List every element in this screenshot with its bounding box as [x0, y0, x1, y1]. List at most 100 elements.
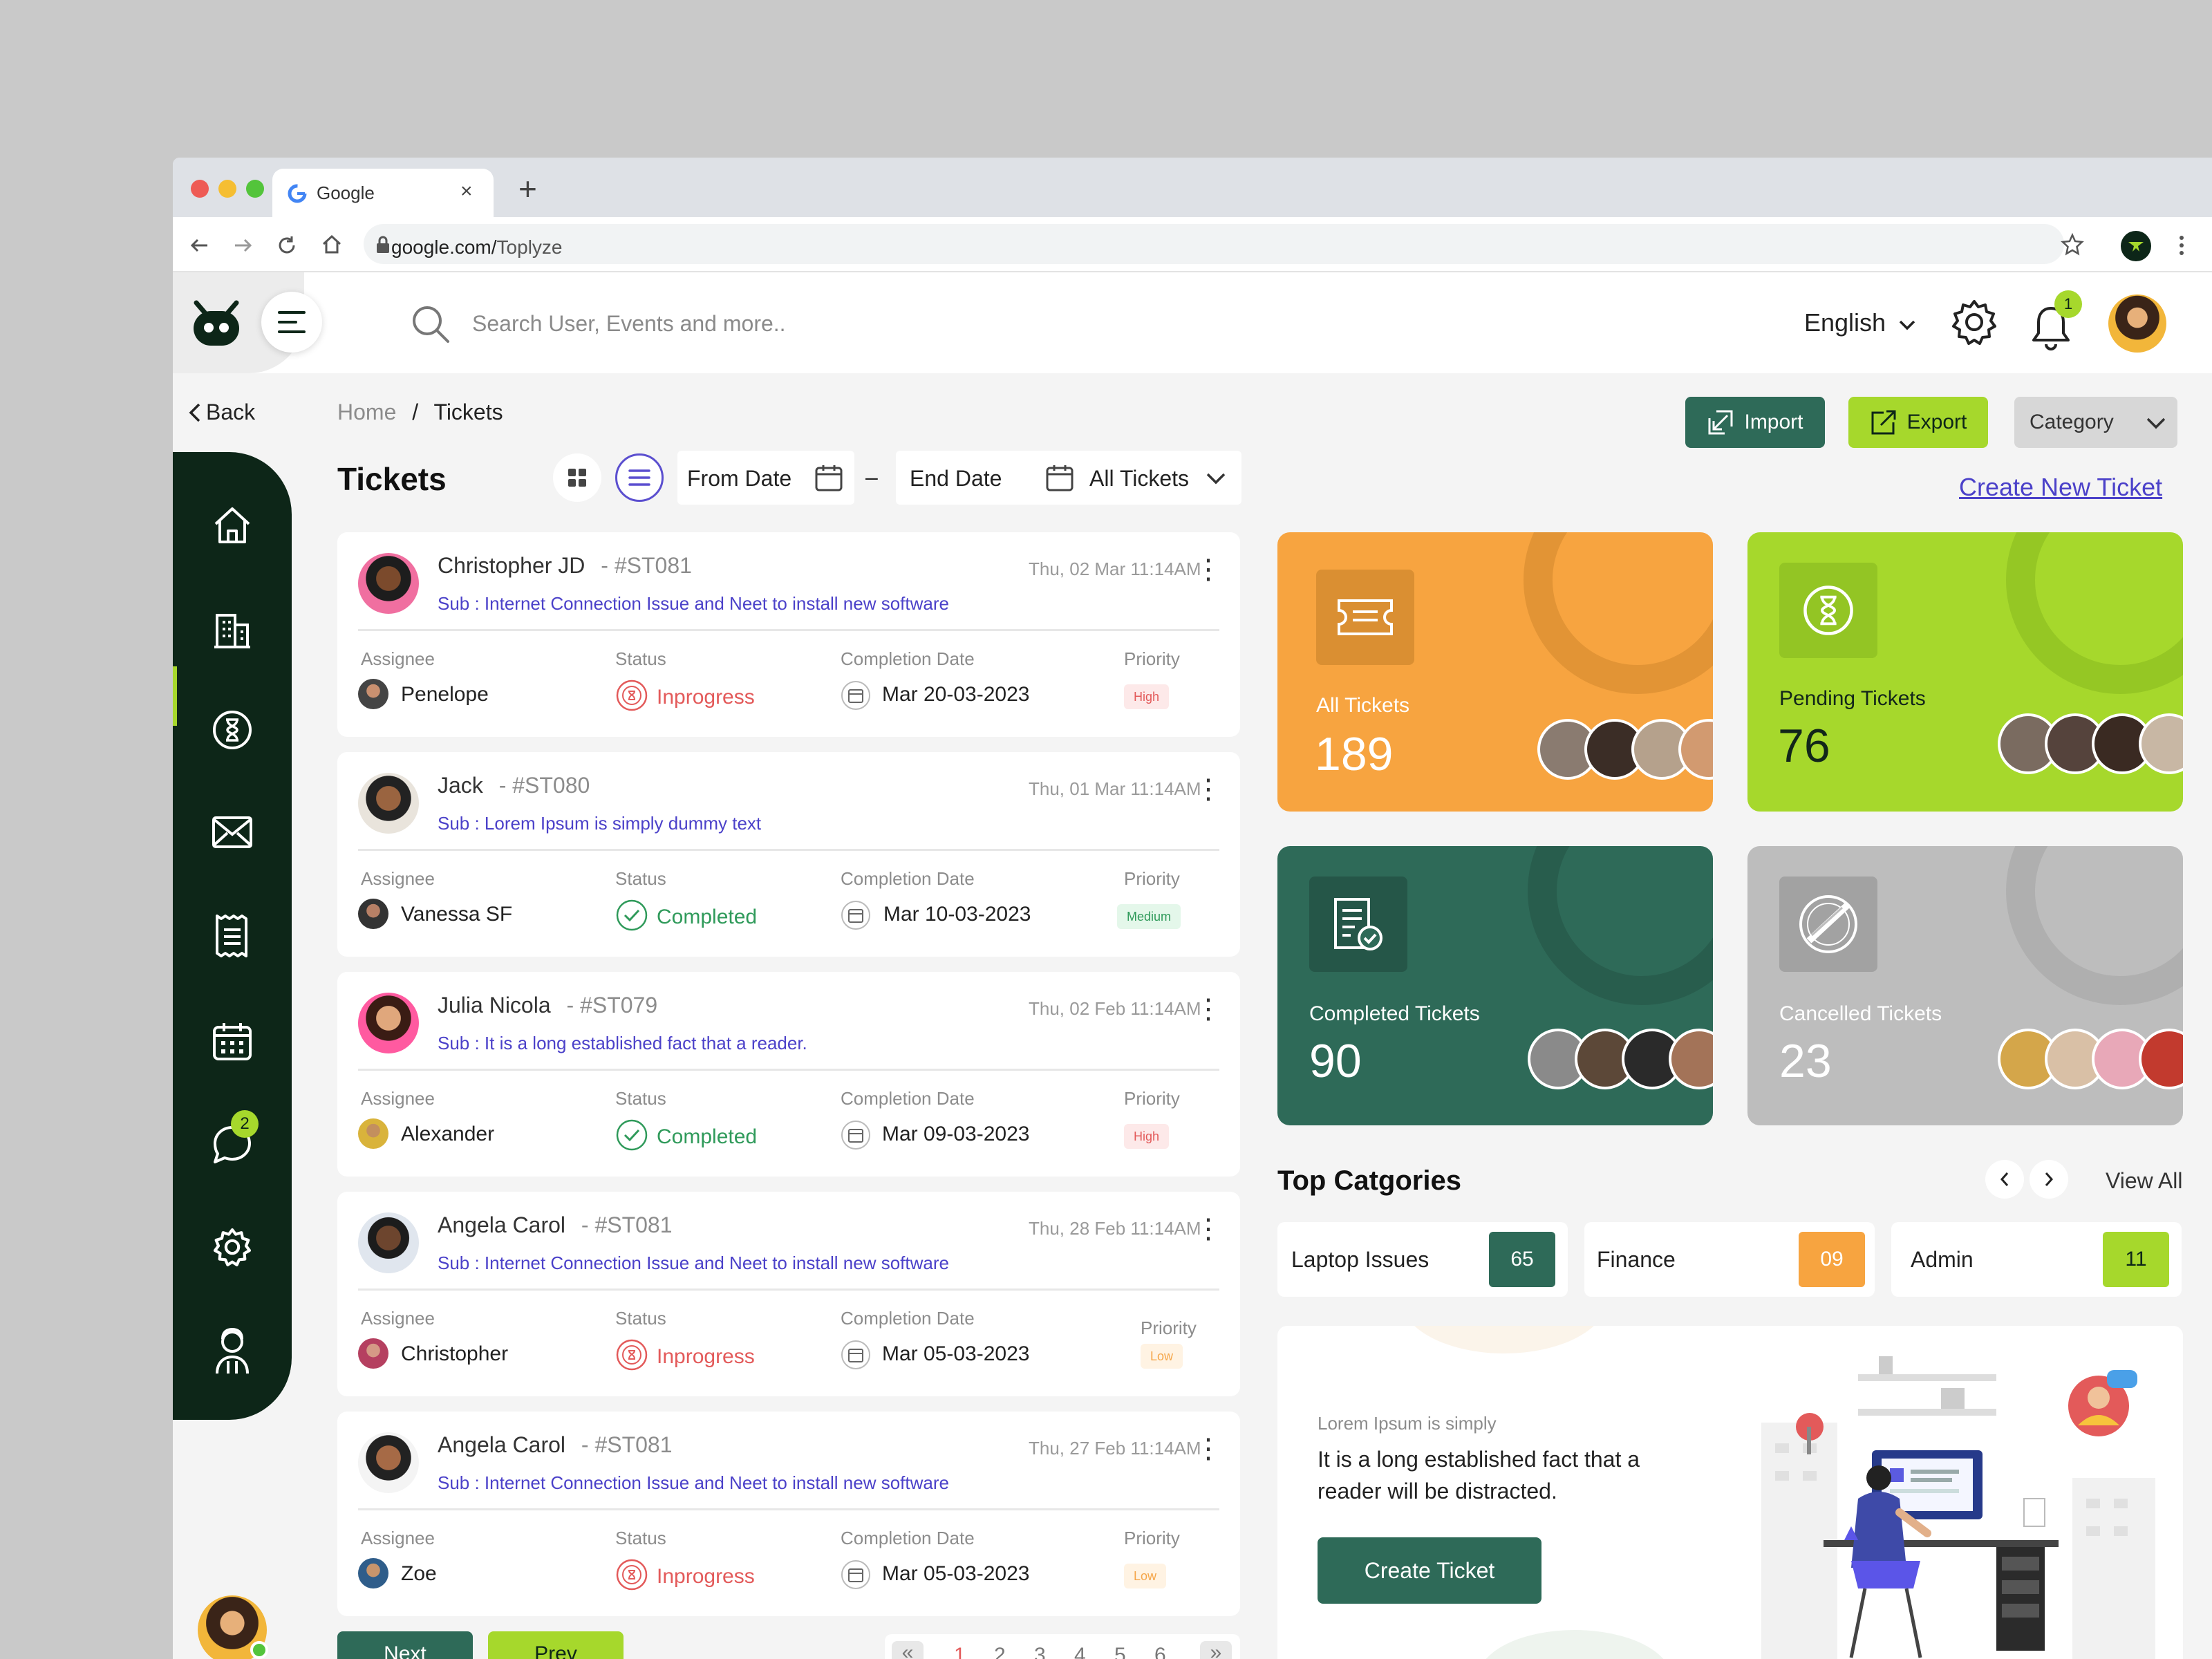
list-view-button[interactable] [615, 453, 664, 502]
back-arrow-icon[interactable] [188, 234, 212, 257]
list-icon [628, 469, 650, 486]
promo-body-line: It is a long established fact that a [1318, 1447, 1640, 1472]
sidebar-item-tickets[interactable] [205, 805, 260, 860]
building-icon [214, 614, 250, 648]
ticket-card[interactable]: Jack - #ST080 Sub : Lorem Ipsum is simpl… [337, 752, 1240, 957]
category-card-finance[interactable]: Finance 09 [1584, 1222, 1875, 1297]
chevron-left-icon [189, 403, 200, 422]
hamburger-icon [278, 311, 306, 333]
page-6[interactable]: 6 [1154, 1644, 1166, 1659]
user-avatar[interactable] [2108, 294, 2166, 353]
more-options-icon[interactable]: ⋮ [1194, 1215, 1222, 1243]
breadcrumb: Home / Tickets [337, 400, 503, 425]
category-card-laptop[interactable]: Laptop Issues 65 [1277, 1222, 1568, 1297]
more-options-icon[interactable]: ⋮ [1194, 556, 1222, 583]
all-tickets-card[interactable]: All Tickets 189 [1277, 532, 1713, 812]
page-2[interactable]: 2 [994, 1644, 1006, 1659]
completed-tickets-card[interactable]: Completed Tickets 90 [1277, 846, 1713, 1125]
ticket-card[interactable]: Angela Carol - #ST081 Sub : Internet Con… [337, 1412, 1240, 1616]
more-options-icon[interactable]: ⋮ [1194, 995, 1222, 1023]
close-tab-icon[interactable]: × [460, 180, 473, 203]
home-browser-icon[interactable] [319, 232, 344, 257]
sidebar-item-settings[interactable] [205, 1219, 260, 1275]
view-all-link[interactable]: View All [2106, 1168, 2182, 1194]
sidebar-item-home[interactable] [205, 498, 260, 553]
ticket-id: - #ST079 [566, 993, 658, 1018]
category-select[interactable]: Category [2014, 397, 2177, 448]
from-date-picker[interactable]: From Date [677, 451, 854, 505]
reload-icon[interactable] [275, 234, 299, 257]
categories-next-button[interactable] [2030, 1160, 2068, 1199]
extension-icon[interactable] [2121, 231, 2151, 261]
address-bar-row: google.com/Toplyze [173, 217, 2212, 272]
search-input[interactable]: Search User, Events and more.. [472, 311, 786, 337]
card-divider [358, 1069, 1219, 1071]
pagination-prev-button[interactable]: Prev [488, 1631, 624, 1659]
priority-badge: Low [1124, 1564, 1167, 1588]
import-label: Import [1744, 411, 1803, 433]
ticket-name-line: Jack - #ST080 [438, 773, 590, 798]
stat-label: Cancelled Tickets [1779, 1002, 1942, 1025]
assignee-avatar [358, 899, 388, 929]
language-select[interactable]: English [1804, 308, 1916, 337]
import-button[interactable]: Import [1685, 397, 1825, 448]
ticket-card[interactable]: Julia Nicola - #ST079 Sub : It is a long… [337, 972, 1240, 1177]
pagination-first[interactable]: « [892, 1641, 924, 1659]
ticket-id: - #ST080 [498, 773, 590, 798]
cancelled-tickets-card[interactable]: Cancelled Tickets 23 [1747, 846, 2183, 1125]
ticket-requester: Christopher JD [438, 553, 585, 578]
ticket-filter-select[interactable]: All Tickets [1076, 451, 1241, 505]
new-tab-icon[interactable]: + [518, 170, 537, 207]
close-window-dot[interactable] [191, 180, 209, 198]
page-1[interactable]: 1 [954, 1644, 966, 1659]
bookmark-star-icon[interactable] [2060, 232, 2085, 257]
categories-prev-button[interactable] [1985, 1160, 2024, 1199]
ticket-subject: Sub : It is a long established fact that… [438, 1033, 807, 1053]
omnibox[interactable] [364, 224, 2064, 264]
more-options-icon[interactable]: ⋮ [1194, 1435, 1222, 1463]
sidebar-item-pending[interactable] [205, 702, 260, 758]
browser-tab[interactable]: Google × [272, 169, 494, 217]
url-text[interactable]: google.com/Toplyze [391, 236, 562, 259]
more-options-icon[interactable]: ⋮ [1194, 776, 1222, 803]
priority-badge: High [1124, 1124, 1170, 1149]
assignee-label: Assignee [361, 868, 435, 889]
notes-icon [216, 915, 247, 957]
forward-arrow-icon[interactable] [231, 234, 254, 257]
pending-tickets-card[interactable]: Pending Tickets 76 [1747, 532, 2183, 812]
grid-view-button[interactable] [553, 453, 601, 502]
browser-menu-icon[interactable] [2177, 234, 2186, 257]
sidebar-item-notes[interactable] [205, 908, 260, 964]
page-4[interactable]: 4 [1074, 1644, 1086, 1659]
priority-badge: Low [1141, 1344, 1183, 1369]
office-illustration [1761, 1356, 2155, 1659]
pagination-next-button[interactable]: Next [337, 1631, 473, 1659]
sidebar-item-calendar[interactable] [205, 1013, 260, 1069]
ticket-icon-tile [1316, 570, 1414, 665]
create-new-ticket-link[interactable]: Create New Ticket [1959, 473, 2162, 502]
menu-toggle-button[interactable] [261, 292, 322, 353]
back-link[interactable]: Back [188, 400, 255, 425]
calendar-small-icon [841, 1560, 870, 1589]
export-button[interactable]: Export [1848, 397, 1988, 448]
page-3[interactable]: 3 [1034, 1644, 1046, 1659]
pagination-last[interactable]: » [1200, 1641, 1232, 1659]
sidebar-item-organization[interactable] [205, 603, 260, 658]
completion-label: Completion Date [841, 1308, 975, 1329]
gear-icon [213, 1228, 252, 1266]
category-card-admin[interactable]: Admin 11 [1891, 1222, 2182, 1297]
minimize-window-dot[interactable] [218, 180, 236, 198]
completion-label: Completion Date [841, 1528, 975, 1548]
ticket-card[interactable]: Christopher JD - #ST081 Sub : Internet C… [337, 532, 1240, 737]
robot-logo-icon[interactable] [191, 299, 242, 347]
sidebar-nav: 2 [173, 452, 292, 1420]
page-5[interactable]: 5 [1114, 1644, 1126, 1659]
calendar-small-icon [841, 681, 870, 710]
settings-gear-icon[interactable] [1949, 297, 1999, 347]
sidebar-item-support[interactable] [205, 1323, 260, 1378]
ticket-card[interactable]: Angela Carol - #ST081 Sub : Internet Con… [337, 1192, 1240, 1396]
maximize-window-dot[interactable] [246, 180, 264, 198]
end-date-picker[interactable]: End Date [896, 451, 1089, 505]
create-ticket-button[interactable]: Create Ticket [1318, 1537, 1541, 1604]
breadcrumb-home[interactable]: Home [337, 400, 396, 424]
